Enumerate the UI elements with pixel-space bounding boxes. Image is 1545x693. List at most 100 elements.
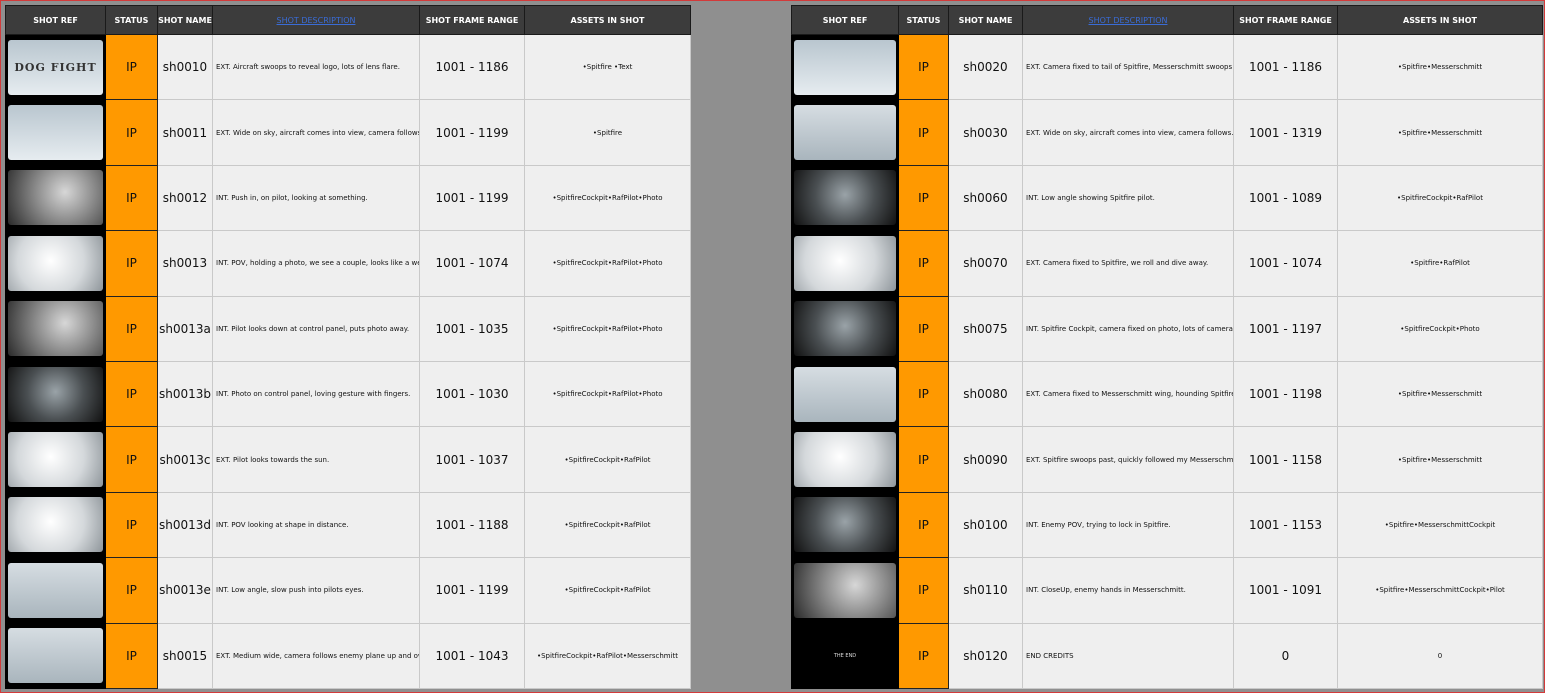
frame-range[interactable]: 1001 - 1199 xyxy=(419,557,525,624)
shot-name[interactable]: sh0080 xyxy=(948,360,1023,428)
assets-in-shot[interactable]: •Spitfire•MesserschmittCockpit•Pilot xyxy=(1337,557,1543,624)
shot-thumbnail[interactable] xyxy=(8,301,103,357)
status-badge[interactable]: IP xyxy=(105,622,158,690)
assets-in-shot[interactable]: •SpitfireCockpit•RafPilot•Photo xyxy=(524,295,691,362)
frame-range[interactable]: 1001 - 1199 xyxy=(419,99,525,166)
status-badge[interactable]: IP xyxy=(105,557,158,624)
col-header-shot-description-link[interactable]: SHOT DESCRIPTION xyxy=(212,5,420,35)
shot-description[interactable]: INT. Low angle, slow push into pilots ey… xyxy=(212,557,420,624)
frame-range[interactable]: 1001 - 1188 xyxy=(419,491,525,559)
status-badge[interactable]: IP xyxy=(105,295,158,362)
assets-in-shot[interactable]: •SpitfireCockpit•RafPilot xyxy=(524,491,691,559)
status-badge[interactable]: IP xyxy=(105,426,158,493)
assets-in-shot[interactable]: •SpitfireCockpit•RafPilot•Photo xyxy=(524,164,691,232)
frame-range[interactable]: 1001 - 1035 xyxy=(419,295,525,362)
frame-range[interactable]: 1001 - 1074 xyxy=(1233,230,1338,297)
shot-description[interactable]: EXT. Camera fixed to tail of Spitfire, M… xyxy=(1022,33,1234,101)
assets-in-shot[interactable]: •Spitfire•Messerschmitt xyxy=(1337,99,1543,166)
table-row[interactable]: IP sh0013b INT. Photo on control panel, lo… xyxy=(5,360,691,428)
table-row[interactable]: IP sh0090 EXT. Spitfire swoops past, quick… xyxy=(791,426,1543,493)
table-row[interactable]: IP sh0110 INT. CloseUp, enemy hands in Mes… xyxy=(791,557,1543,624)
table-row[interactable]: IP sh0070 EXT. Camera fixed to Spitfire, w… xyxy=(791,230,1543,297)
frame-range[interactable]: 0 xyxy=(1233,622,1338,690)
assets-in-shot[interactable]: •SpitfireCockpit•RafPilot•Photo xyxy=(524,230,691,297)
shot-thumbnail[interactable] xyxy=(794,105,896,161)
col-header-shot-description-link[interactable]: SHOT DESCRIPTION xyxy=(1022,5,1234,35)
table-row[interactable]: IP sh0030 EXT. Wide on sky, aircraft comes… xyxy=(791,99,1543,166)
status-badge[interactable]: IP xyxy=(898,557,949,624)
status-badge[interactable]: IP xyxy=(898,491,949,559)
shot-name[interactable]: sh0090 xyxy=(948,426,1023,493)
shot-thumbnail[interactable] xyxy=(794,170,896,226)
shot-description[interactable]: INT. Pilot looks down at control panel, … xyxy=(212,295,420,362)
status-badge[interactable]: IP xyxy=(898,622,949,690)
status-badge[interactable]: IP xyxy=(898,360,949,428)
shot-thumbnail[interactable] xyxy=(794,366,896,422)
frame-range[interactable]: 1001 - 1199 xyxy=(419,164,525,232)
shot-description[interactable]: INT. POV looking at shape in distance. xyxy=(212,491,420,559)
shot-thumbnail[interactable] xyxy=(8,628,103,684)
shot-thumbnail[interactable] xyxy=(794,235,896,291)
shot-name[interactable]: sh0011 xyxy=(157,99,213,166)
table-row[interactable]: THE END IP sh0120 END CREDITS 0 0 xyxy=(791,622,1543,690)
frame-range[interactable]: 1001 - 1158 xyxy=(1233,426,1338,493)
shot-name[interactable]: sh0075 xyxy=(948,295,1023,362)
assets-in-shot[interactable]: 0 xyxy=(1337,622,1543,690)
assets-in-shot[interactable]: •Spitfire•Messerschmitt xyxy=(1337,33,1543,101)
shot-name[interactable]: sh0013d xyxy=(157,491,213,559)
table-row[interactable]: IP sh0100 INT. Enemy POV, trying to lock i… xyxy=(791,491,1543,559)
shot-description[interactable]: INT. POV, holding a photo, we see a coup… xyxy=(212,230,420,297)
shot-thumbnail[interactable] xyxy=(8,366,103,422)
shot-name[interactable]: sh0013e xyxy=(157,557,213,624)
shot-name[interactable]: sh0013b xyxy=(157,360,213,428)
shot-thumbnail[interactable]: THE END xyxy=(794,628,896,684)
shot-description[interactable]: EXT. Wide on sky, aircraft comes into vi… xyxy=(212,99,420,166)
shot-name[interactable]: sh0110 xyxy=(948,557,1023,624)
shot-name[interactable]: sh0030 xyxy=(948,99,1023,166)
shot-name[interactable]: sh0060 xyxy=(948,164,1023,232)
table-row[interactable]: IP sh0015 EXT. Medium wide, camera follows… xyxy=(5,622,691,690)
shot-description[interactable]: INT. CloseUp, enemy hands in Messerschmi… xyxy=(1022,557,1234,624)
shot-name[interactable]: sh0013c xyxy=(157,426,213,493)
shot-description[interactable]: EXT. Camera fixed to Spitfire, we roll a… xyxy=(1022,230,1234,297)
shot-thumbnail[interactable]: DOG FIGHT xyxy=(8,39,103,95)
assets-in-shot[interactable]: •SpitfireCockpit•RafPilot•Messerschmitt xyxy=(524,622,691,690)
frame-range[interactable]: 1001 - 1089 xyxy=(1233,164,1338,232)
frame-range[interactable]: 1001 - 1186 xyxy=(1233,33,1338,101)
frame-range[interactable]: 1001 - 1153 xyxy=(1233,491,1338,559)
shot-description[interactable]: INT. Low angle showing Spitfire pilot. xyxy=(1022,164,1234,232)
shot-name[interactable]: sh0070 xyxy=(948,230,1023,297)
table-row[interactable]: IP sh0060 INT. Low angle showing Spitfire … xyxy=(791,164,1543,232)
shot-thumbnail[interactable] xyxy=(8,170,103,226)
assets-in-shot[interactable]: •Spitfire•Messerschmitt xyxy=(1337,360,1543,428)
table-row[interactable]: IP sh0013d INT. POV looking at shape in di… xyxy=(5,491,691,559)
frame-range[interactable]: 1001 - 1186 xyxy=(419,33,525,101)
shot-description[interactable]: END CREDITS xyxy=(1022,622,1234,690)
assets-in-shot[interactable]: •Spitfire•RafPilot xyxy=(1337,230,1543,297)
status-badge[interactable]: IP xyxy=(105,164,158,232)
assets-in-shot[interactable]: •SpitfireCockpit•RafPilot xyxy=(1337,164,1543,232)
status-badge[interactable]: IP xyxy=(898,426,949,493)
table-row[interactable]: IP sh0020 EXT. Camera fixed to tail of Spi… xyxy=(791,33,1543,101)
shot-thumbnail[interactable] xyxy=(8,497,103,553)
table-row[interactable]: IP sh0013a INT. Pilot looks down at contro… xyxy=(5,295,691,362)
shot-name[interactable]: sh0100 xyxy=(948,491,1023,559)
status-badge[interactable]: IP xyxy=(105,230,158,297)
shot-description[interactable]: EXT. Pilot looks towards the sun. xyxy=(212,426,420,493)
shot-thumbnail[interactable] xyxy=(794,562,896,618)
shot-thumbnail[interactable] xyxy=(794,301,896,357)
shot-name[interactable]: sh0020 xyxy=(948,33,1023,101)
table-row[interactable]: DOG FIGHT IP sh0010 EXT. Aircraft swoops to… xyxy=(5,33,691,101)
frame-range[interactable]: 1001 - 1198 xyxy=(1233,360,1338,428)
status-badge[interactable]: IP xyxy=(105,360,158,428)
assets-in-shot[interactable]: •SpitfireCockpit•RafPilot xyxy=(524,557,691,624)
frame-range[interactable]: 1001 - 1043 xyxy=(419,622,525,690)
shot-description[interactable]: EXT. Spitfire swoops past, quickly follo… xyxy=(1022,426,1234,493)
assets-in-shot[interactable]: •Spitfire•MesserschmittCockpit xyxy=(1337,491,1543,559)
frame-range[interactable]: 1001 - 1319 xyxy=(1233,99,1338,166)
shot-thumbnail[interactable] xyxy=(794,432,896,488)
shot-thumbnail[interactable] xyxy=(794,39,896,95)
table-row[interactable]: IP sh0011 EXT. Wide on sky, aircraft comes… xyxy=(5,99,691,166)
shot-thumbnail[interactable] xyxy=(8,235,103,291)
status-badge[interactable]: IP xyxy=(898,230,949,297)
